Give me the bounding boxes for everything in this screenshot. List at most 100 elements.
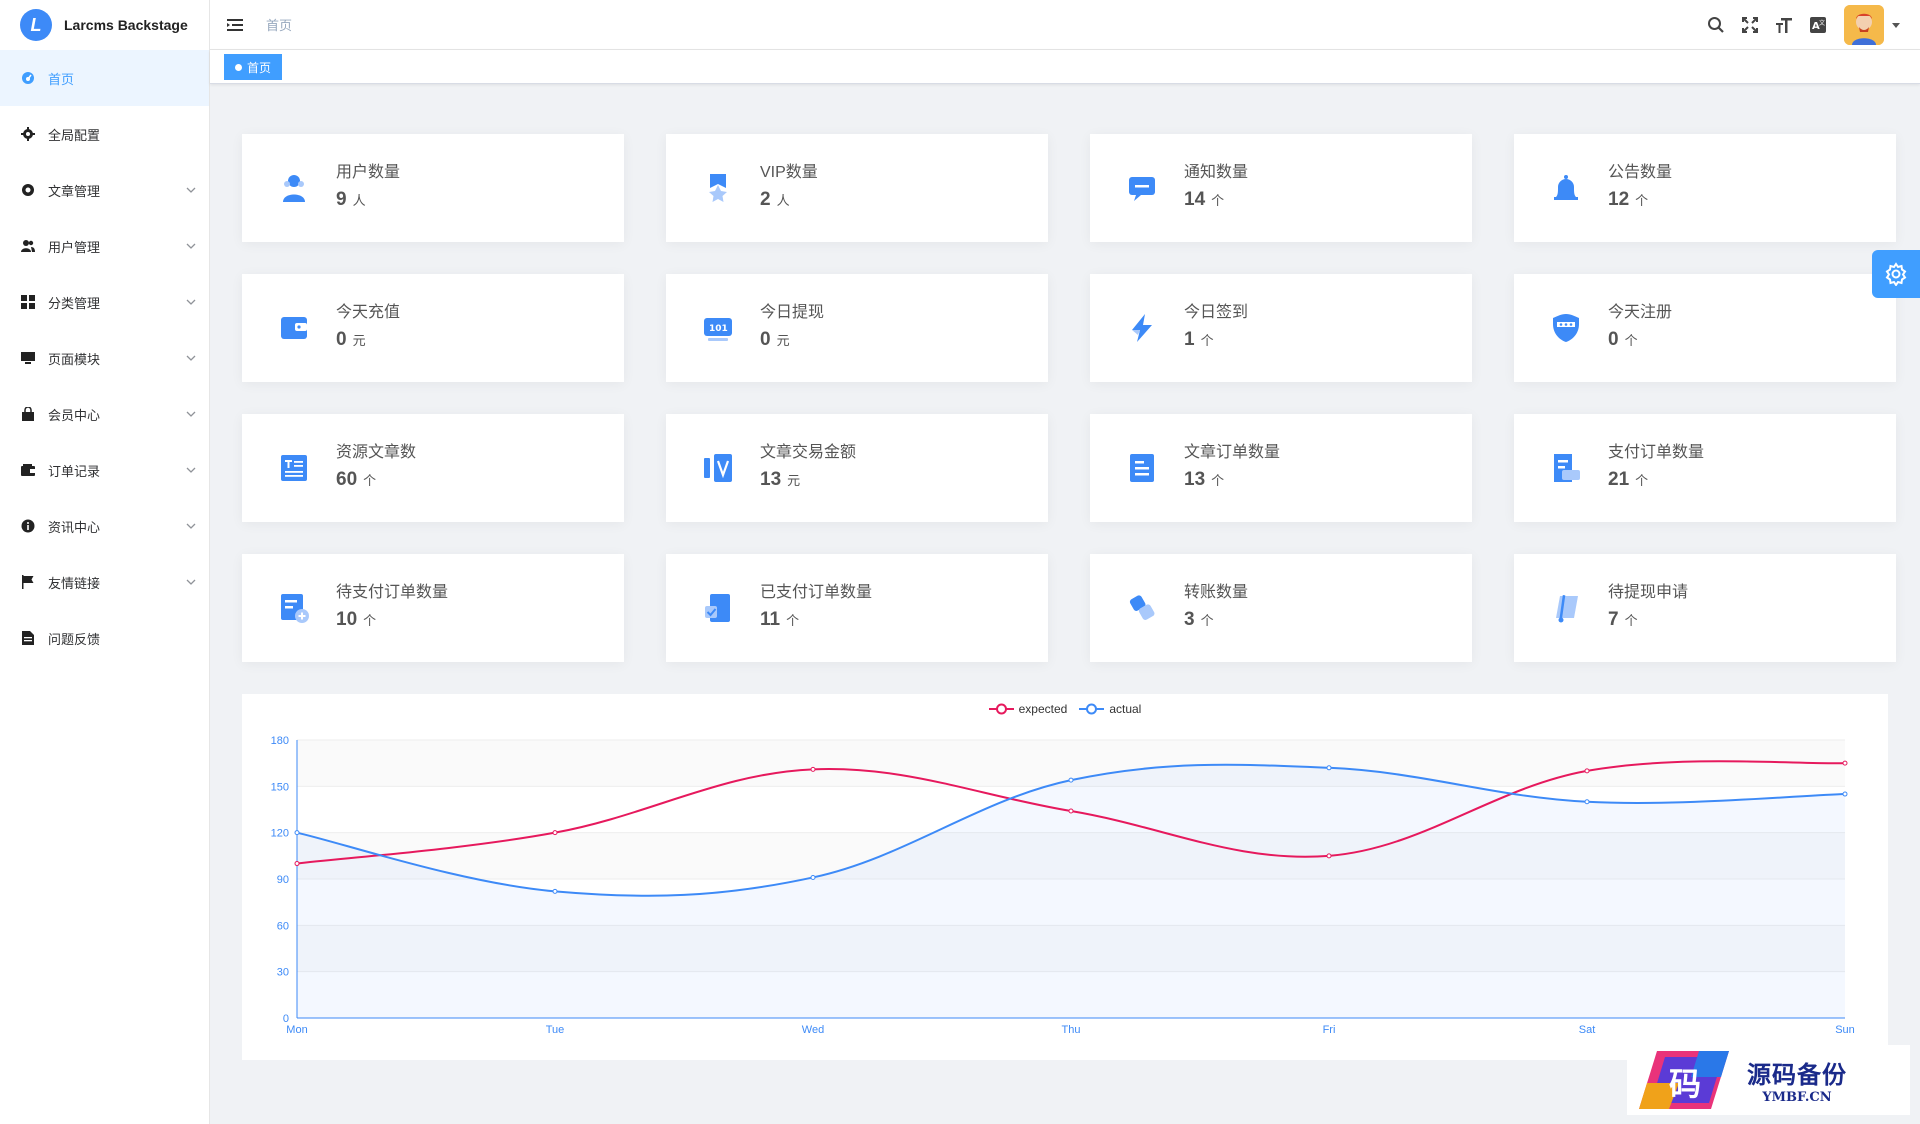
svg-text:101: 101 [709, 324, 728, 334]
sidebar: L Larcms Backstage 首页 全局配置文章管理用户管理分类管理页面模… [0, 0, 210, 1124]
stat-card[interactable]: 今日签到 1 个 [1090, 274, 1472, 382]
stat-unit: 个 [363, 613, 377, 628]
vip-star-icon [709, 174, 727, 202]
stat-card-label: 转账数量 [1184, 584, 1249, 601]
sidebar-item-label: 文章管理 [48, 183, 101, 199]
chevron-down-icon [186, 467, 196, 473]
stat-unit: 个 [1635, 473, 1649, 488]
data-point-actual[interactable] [1326, 765, 1332, 771]
stat-card[interactable]: 用户数量 9 人 [242, 134, 624, 242]
legend-item-expected[interactable]: expected [988, 702, 1068, 716]
stat-value: 0 [760, 329, 771, 350]
stat-card[interactable]: 待提现申请 7 个 [1514, 554, 1896, 662]
data-point-actual[interactable] [1068, 777, 1074, 783]
sidebar-item-9[interactable]: 友情链接 [0, 554, 209, 610]
stat-card[interactable]: 支付订单数量 21 个 [1514, 414, 1896, 522]
svg-text:码: 码 [1669, 1065, 1701, 1103]
font-size-icon[interactable] [1774, 15, 1794, 35]
sidebar-item-3[interactable]: 用户管理 [0, 218, 209, 274]
y-tick-label: 90 [277, 874, 289, 886]
caret-down-icon[interactable] [1892, 21, 1900, 29]
data-point-expected[interactable] [1068, 808, 1074, 814]
sidebar-item-10[interactable]: 问题反馈 [0, 610, 209, 666]
dashboard-icon [20, 70, 36, 86]
stat-card[interactable]: 今天充值 0 元 [242, 274, 624, 382]
stat-card[interactable]: 资源文章数 60 个 [242, 414, 624, 522]
watermark-text: 源码备份 YMBF.CN [1747, 1055, 1847, 1105]
data-point-expected[interactable] [810, 766, 816, 772]
sidebar-item-4[interactable]: 分类管理 [0, 274, 209, 330]
avatar[interactable] [1844, 5, 1884, 45]
search-icon[interactable] [1706, 15, 1726, 35]
y-tick-label: 120 [271, 828, 289, 840]
sidebar-item-5[interactable]: 页面模块 [0, 330, 209, 386]
data-point-expected[interactable] [1584, 768, 1590, 774]
stat-card[interactable]: 通知数量 14 个 [1090, 134, 1472, 242]
sidebar-item-1[interactable]: 全局配置 [0, 106, 209, 162]
sidebar-item-label: 问题反馈 [48, 631, 101, 647]
stat-value: 10 [336, 609, 358, 630]
stat-card[interactable]: VIP数量 2 人 [666, 134, 1048, 242]
stat-card[interactable]: 转账数量 3 个 [1090, 554, 1472, 662]
stat-card-label: 文章交易金额 [760, 444, 857, 461]
bell-icon [1554, 175, 1578, 200]
article-icon [281, 455, 307, 481]
stat-unit: 人 [352, 193, 366, 208]
chevron-down-icon [186, 523, 196, 529]
sidebar-menu: 首页 全局配置文章管理用户管理分类管理页面模块 会员中心 订单记录 资讯中心 友情链接问题… [0, 50, 209, 666]
data-point-expected[interactable] [552, 830, 558, 836]
stat-card-value: 21 个 [1608, 469, 1648, 491]
stat-card-value: 0元 [336, 329, 366, 351]
stat-value: 13 [1184, 469, 1206, 490]
logo[interactable]: L Larcms Backstage [0, 0, 209, 50]
watermark-cn: 源码备份 [1747, 1060, 1847, 1089]
legend-label-expected: expected [1018, 702, 1068, 716]
stat-value: 60 [336, 469, 358, 490]
stat-value: 13 [760, 469, 782, 490]
data-point-expected[interactable] [1842, 760, 1848, 766]
line-chart: 0306090120150180Mon Tue Wed Thu Fri Sat Sun [271, 735, 1855, 1036]
data-point-actual[interactable] [1842, 791, 1848, 797]
stat-card[interactable]: 文章交易金额 13 元 [666, 414, 1048, 522]
stat-card-value: 7个 [1608, 609, 1638, 631]
stat-card[interactable]: 文章订单数量 13 个 [1090, 414, 1472, 522]
tag-home[interactable]: 首页 [224, 54, 283, 80]
sidebar-item-2[interactable]: 文章管理 [0, 162, 209, 218]
stat-card[interactable]: 待支付订单数量 10 个 [242, 554, 624, 662]
data-point-expected[interactable] [294, 861, 300, 867]
stat-unit: 个 [1200, 613, 1214, 628]
data-point-actual[interactable] [810, 874, 816, 880]
fullscreen-icon[interactable] [1740, 15, 1760, 35]
stat-value: 14 [1184, 189, 1206, 210]
stat-card-value: 60 个 [336, 469, 376, 491]
data-point-expected[interactable] [1326, 853, 1332, 859]
stat-card[interactable]: 101 今日提现 0 元 [666, 274, 1048, 382]
x-tick-label: Tue [546, 1024, 565, 1036]
sidebar-item-6[interactable]: 会员中心 [0, 386, 209, 442]
data-point-actual[interactable] [1584, 799, 1590, 805]
watermark-en: YMBF.CN [1762, 1090, 1832, 1105]
stat-card-label: 今天注册 [1608, 304, 1673, 321]
stat-card-value: 3个 [1184, 609, 1214, 631]
hamburger-icon[interactable] [226, 16, 244, 34]
stat-card-label: 文章订单数量 [1184, 444, 1281, 461]
stat-unit: 个 [1211, 473, 1225, 488]
settings-button[interactable] [1872, 250, 1920, 298]
sidebar-item-label: 分类管理 [48, 295, 101, 311]
legend-item-actual[interactable]: actual [1079, 702, 1141, 716]
stat-card[interactable]: 已支付订单数量 11 个 [666, 554, 1048, 662]
stat-card[interactable]: 今天注册 0 个 [1514, 274, 1896, 382]
info-icon [20, 518, 36, 534]
stat-unit: 人 [776, 193, 790, 208]
sidebar-item-7[interactable]: 订单记录 [0, 442, 209, 498]
sidebar-item-0[interactable]: 首页 [0, 50, 209, 106]
stat-card[interactable]: 公告数量 12 个 [1514, 134, 1896, 242]
data-point-actual[interactable] [294, 830, 300, 836]
sidebar-item-8[interactable]: 资讯中心 [0, 498, 209, 554]
stat-unit: 个 [1211, 193, 1225, 208]
app-title: Larcms Backstage [64, 17, 188, 33]
x-tick-label: Wed [802, 1024, 824, 1036]
document-icon [20, 630, 36, 646]
data-point-actual[interactable] [552, 888, 558, 894]
translate-icon[interactable]: A文 [1808, 15, 1828, 35]
